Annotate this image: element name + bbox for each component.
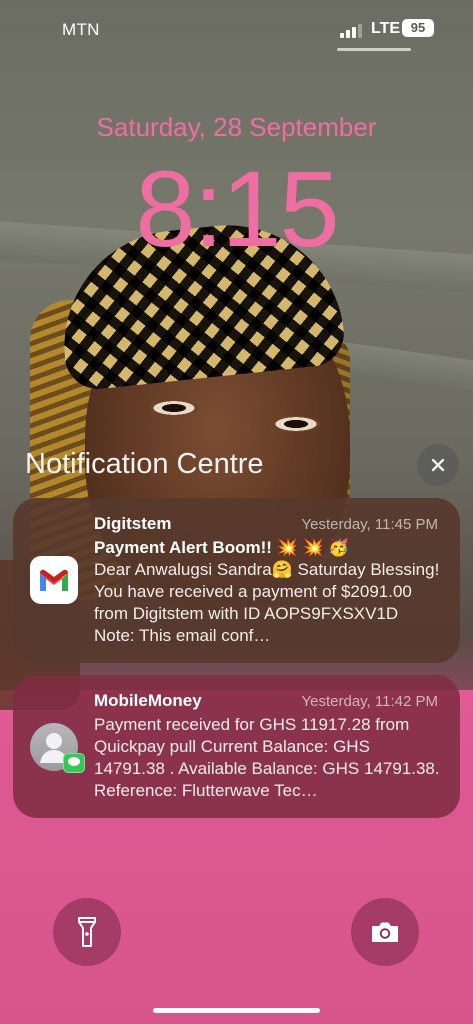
close-icon[interactable]	[417, 444, 459, 486]
battery-icon: 95	[402, 19, 434, 37]
battery-level: 95	[410, 20, 426, 35]
notification-app-name: Digitstem	[94, 514, 172, 533]
gmail-logo	[40, 569, 68, 591]
gmail-icon	[30, 556, 78, 604]
home-indicator[interactable]	[153, 1008, 320, 1013]
camera-icon	[372, 922, 398, 942]
close-glyph	[431, 458, 445, 472]
messages-badge-icon	[63, 753, 85, 773]
notification-body: Payment received for GHS 11917.28 from Q…	[94, 715, 440, 800]
lock-clock: 8:15	[135, 148, 339, 269]
notification-timestamp: Yesterday, 11:45 PM	[301, 516, 438, 533]
status-bar: MTN LTE 95	[0, 18, 473, 42]
notification-subject: Payment Alert Boom!! 💥 💥 🥳	[94, 538, 350, 557]
flashlight-icon	[78, 917, 96, 947]
left-eye	[150, 400, 198, 416]
camera-button[interactable]	[351, 898, 419, 966]
control-centre-indicator[interactable]	[337, 48, 411, 51]
flashlight-button[interactable]	[53, 898, 121, 966]
notification-digitstem[interactable]: Digitstem Yesterday, 11:45 PM Payment Al…	[13, 498, 460, 663]
notification-timestamp: Yesterday, 11:42 PM	[301, 693, 438, 710]
network-type: LTE	[371, 20, 401, 37]
carrier-name: MTN	[62, 20, 100, 39]
lock-date: Saturday, 28 September	[96, 112, 377, 142]
notification-body: Dear Anwalugsi Sandra🤗 Saturday Blessing…	[94, 560, 440, 645]
notification-centre-title: Notification Centre	[25, 448, 264, 480]
right-eye	[272, 416, 320, 432]
notification-app-name: MobileMoney	[94, 691, 202, 710]
notification-mobilemoney[interactable]: MobileMoney Yesterday, 11:42 PM Payment …	[13, 675, 460, 818]
signal-bars-icon	[340, 22, 364, 38]
